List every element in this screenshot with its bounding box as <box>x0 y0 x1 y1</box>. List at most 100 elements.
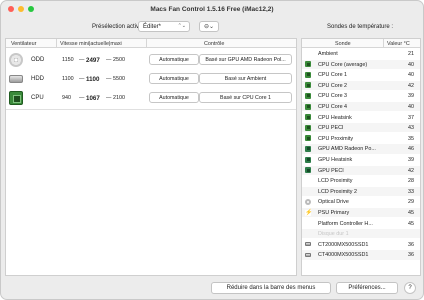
sensor-name: GPU PECI <box>318 167 344 174</box>
zoom-window-icon[interactable] <box>28 6 34 12</box>
fan-speed-current: 1100 <box>86 75 100 83</box>
preset-select[interactable]: Éditer* ⌃⌄ <box>138 21 190 32</box>
preferences-button[interactable]: Préférences... <box>336 282 398 294</box>
fan-row-odd[interactable]: ODD 1150 — 2497 — 2500 Automatique Basé … <box>6 51 296 69</box>
sensors-table: Sonde Valeur °C Ambient 21 CPU Core (avera… <box>301 38 421 276</box>
column-header-control[interactable]: Contrôle <box>204 41 224 47</box>
cpu-icon <box>305 114 311 121</box>
cpu-icon <box>305 135 311 142</box>
hide-to-menu-bar-button[interactable]: Réduire dans la barre des menus <box>211 282 331 294</box>
cpu-icon <box>305 71 311 78</box>
fan-row-hdd[interactable]: HDD 1100 — 1100 — 5500 Automatique Basé … <box>6 70 296 88</box>
sensor-row[interactable]: CT4000MX500SSD1 36 <box>302 250 420 260</box>
sensor-name: Ambient <box>318 51 338 57</box>
sensor-value: 36 <box>408 241 414 248</box>
sensor-row[interactable]: CPU Core 2 42 <box>302 80 420 91</box>
sensor-name: CPU Core 1 <box>318 72 348 79</box>
sensor-value: 45 <box>408 210 414 216</box>
sensor-name: Disque dur 1 <box>318 231 349 238</box>
cpu-icon <box>305 92 311 99</box>
odd-icon <box>305 198 311 205</box>
fan-name: CPU <box>31 95 44 101</box>
column-header-fan[interactable]: Ventilateur <box>11 41 36 47</box>
automatic-mode-button[interactable]: Automatique <box>149 92 199 103</box>
gpu-icon <box>305 145 311 152</box>
sensor-name: GPU Heatsink <box>318 157 353 163</box>
sensor-row[interactable]: CPU PECI 43 <box>302 123 420 133</box>
fan-speed-current: 2497 <box>86 56 100 64</box>
sensor-value: 43 <box>408 125 414 132</box>
sensor-row[interactable]: PSU Primary 45 <box>302 208 420 218</box>
row-divider <box>6 109 296 110</box>
sensor-name: CPU Core 3 <box>318 93 348 100</box>
sensor-based-control-button[interactable]: Basé sur Ambient <box>199 73 292 84</box>
sensor-value: 21 <box>408 51 414 57</box>
dash-separator: — <box>79 76 85 82</box>
gpu-icon <box>305 167 311 174</box>
help-button[interactable]: ? <box>404 282 416 294</box>
preset-actions-button[interactable]: ⊖⌄ <box>199 21 219 32</box>
column-header-value[interactable]: Valeur °C <box>387 41 410 47</box>
sensor-row[interactable]: CPU Heatsink 37 <box>302 113 420 122</box>
cpu-icon <box>305 103 311 110</box>
sensor-row[interactable]: Disque dur 1 <box>302 229 420 239</box>
sensors-heading: Sondes de température : <box>327 24 394 30</box>
fans-table-header: Ventilateur Vitesse mini|actuelle|maxi C… <box>6 39 296 48</box>
sensor-name: CPU Core 2 <box>318 82 348 89</box>
sensor-based-control-button[interactable]: Basé sur GPU AMD Radeon Pol... <box>199 54 292 65</box>
sensor-row[interactable]: CT2000MX500SSD1 36 <box>302 240 420 249</box>
cpu-chip-icon <box>9 91 23 105</box>
sensor-value: 35 <box>408 135 414 142</box>
sensor-value: 40 <box>408 61 414 68</box>
sensor-row[interactable]: LCD Proximity 28 <box>302 176 420 185</box>
cpu-icon <box>305 82 311 89</box>
title-bar: Macs Fan Control 1.5.16 Free (iMac12,2) <box>1 1 423 17</box>
sensor-row[interactable]: CPU Core 3 39 <box>302 91 420 100</box>
sensor-row[interactable]: LCD Proximity 2 33 <box>302 186 420 197</box>
dash-separator: — <box>79 57 85 63</box>
sensor-value: 39 <box>408 157 414 163</box>
sensor-row[interactable]: Ambient 21 <box>302 49 420 58</box>
sensor-value: 37 <box>408 114 414 121</box>
column-divider <box>146 39 147 48</box>
column-header-sensor[interactable]: Sonde <box>335 41 351 47</box>
dash-separator: — <box>106 95 112 101</box>
sensor-row[interactable]: CPU Proximity 35 <box>302 134 420 143</box>
sensor-value: 42 <box>408 82 414 89</box>
sensor-row[interactable]: GPU AMD Radeon Po... 46 <box>302 144 420 154</box>
sensor-row[interactable]: Platform Controller H... 45 <box>302 219 420 228</box>
toolbar: Présélection active : Éditer* ⌃⌄ ⊖⌄ Sond… <box>1 20 423 34</box>
sensor-row[interactable]: Optical Drive 29 <box>302 197 420 206</box>
dash-separator: — <box>106 57 112 63</box>
sensor-name: CPU Heatsink <box>318 114 352 121</box>
sensor-row[interactable]: CPU Core (average) 40 <box>302 59 420 69</box>
close-window-icon[interactable] <box>8 6 14 12</box>
column-header-speed[interactable]: Vitesse mini|actuelle|maxi <box>60 41 122 47</box>
fan-row-cpu[interactable]: CPU 940 — 1067 — 2100 Automatique Basé s… <box>6 89 296 107</box>
sensor-name: CPU PECI <box>318 125 344 132</box>
sensor-row[interactable]: GPU PECI 42 <box>302 165 420 175</box>
automatic-mode-button[interactable]: Automatique <box>149 73 199 84</box>
sensor-row[interactable]: GPU Heatsink 39 <box>302 155 420 164</box>
sensor-row[interactable]: CPU Core 4 40 <box>302 102 420 112</box>
fan-name: HDD <box>31 76 44 82</box>
sensor-name: CPU Core (average) <box>318 61 368 68</box>
preset-select-value: Éditer* <box>143 23 162 30</box>
sensor-value: 45 <box>408 220 414 227</box>
sensor-value: 33 <box>408 188 414 195</box>
sensor-based-control-button[interactable]: Basé sur CPU Core 1 <box>199 92 292 103</box>
psu-icon <box>305 209 312 216</box>
sensor-value: 28 <box>408 178 414 185</box>
fans-table: Ventilateur Vitesse mini|actuelle|maxi C… <box>5 38 297 276</box>
sensor-name: GPU AMD Radeon Po... <box>318 146 376 153</box>
automatic-mode-button[interactable]: Automatique <box>149 54 199 65</box>
sensor-value: 40 <box>408 104 414 110</box>
minimize-window-icon[interactable] <box>18 6 24 12</box>
cpu-icon <box>305 61 311 68</box>
sensor-name: PSU Primary <box>318 210 350 216</box>
hdd-icon <box>305 242 311 247</box>
dash-separator: — <box>79 95 85 101</box>
sensor-row[interactable]: CPU Core 1 40 <box>302 70 420 79</box>
hard-drive-icon <box>9 75 23 83</box>
sensors-table-header: Sonde Valeur °C <box>302 39 420 48</box>
